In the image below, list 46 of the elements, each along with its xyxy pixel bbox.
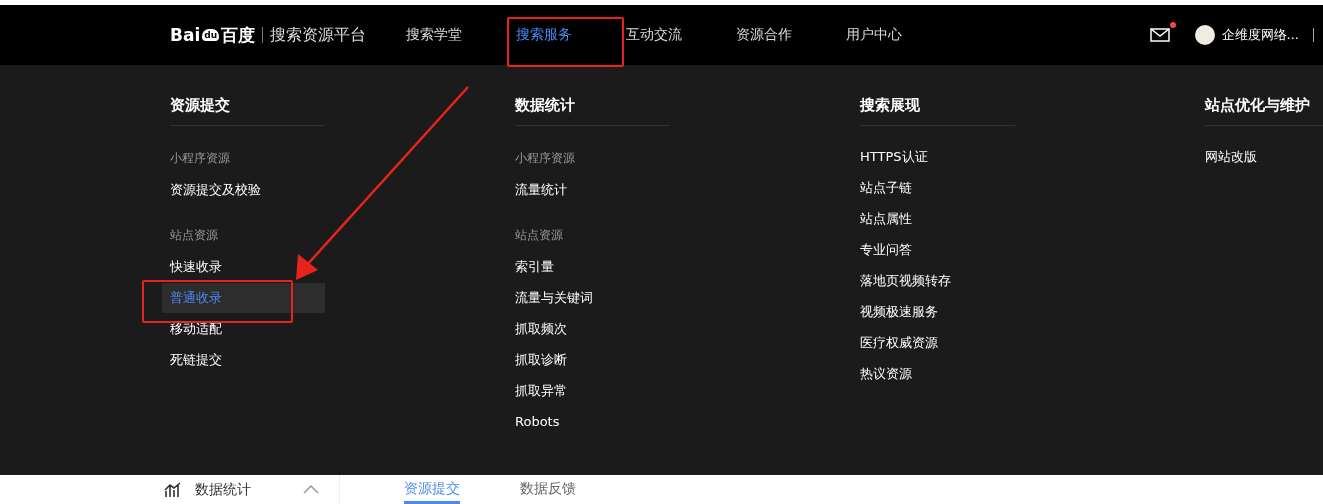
- menu-item[interactable]: 落地页视频转存: [852, 266, 1015, 296]
- nav-tab[interactable]: 资源合作: [722, 26, 833, 44]
- content-tab[interactable]: 数据反馈: [520, 475, 576, 504]
- menu-item[interactable]: 视频极速服务: [852, 297, 1015, 327]
- nav-tab[interactable]: 搜索服务: [502, 26, 613, 44]
- nav-tab[interactable]: 用户中心: [832, 26, 943, 44]
- menu-item[interactable]: 死链提交: [162, 345, 325, 375]
- mail-icon[interactable]: [1149, 28, 1170, 42]
- content-tab[interactable]: 资源提交: [404, 475, 460, 504]
- menu-item[interactable]: 快速收录: [162, 252, 325, 282]
- menu-item[interactable]: 流量与关键词: [507, 283, 670, 313]
- menu-column-title: 数据统计: [515, 93, 670, 126]
- logo-text: 百度: [221, 23, 256, 47]
- menu-item[interactable]: 医疗权威资源: [852, 328, 1015, 358]
- menu-group-heading: 站点资源: [170, 227, 219, 244]
- logo-text: Bai: [170, 25, 201, 45]
- menu-item[interactable]: 网站改版: [1197, 142, 1323, 172]
- sidebar-item[interactable]: 数据统计: [140, 475, 340, 504]
- menu-item[interactable]: 流量统计: [507, 175, 670, 205]
- menu-item[interactable]: 站点属性: [852, 204, 1015, 234]
- menu-item[interactable]: 索引量: [507, 252, 670, 282]
- menu-item[interactable]: 普通收录: [162, 283, 325, 313]
- menu-item[interactable]: 抓取频次: [507, 314, 670, 344]
- chart-icon: [164, 481, 182, 498]
- menu-item[interactable]: 抓取异常: [507, 376, 670, 406]
- menu-item[interactable]: 抓取诊断: [507, 345, 670, 375]
- menu-group-heading: 小程序资源: [515, 150, 576, 167]
- menu-item[interactable]: HTTPS认证: [852, 142, 1015, 172]
- platform-name: 搜索资源平台: [270, 24, 367, 46]
- nav-tab[interactable]: 互动交流: [612, 26, 723, 44]
- menu-column-title: 资源提交: [170, 93, 325, 126]
- menu-column-title: 搜索展现: [860, 93, 1015, 126]
- menu-item[interactable]: 资源提交及校验: [162, 175, 325, 205]
- nav-tab[interactable]: 搜索学堂: [392, 26, 503, 44]
- menu-item[interactable]: Robots: [507, 407, 670, 437]
- menu-item[interactable]: 移动适配: [162, 314, 325, 344]
- user-name[interactable]: 企维度网络...: [1221, 26, 1299, 44]
- avatar-icon[interactable]: [1194, 25, 1215, 45]
- menu-column-title: 站点优化与维护: [1205, 93, 1323, 126]
- sidebar-label: 数据统计: [195, 480, 251, 499]
- menu-item[interactable]: 热议资源: [852, 359, 1015, 389]
- menu-item[interactable]: 专业问答: [852, 235, 1015, 265]
- logo-paw: du: [202, 29, 220, 41]
- menu-group-heading: 站点资源: [515, 227, 564, 244]
- menu-group-heading: 小程序资源: [170, 150, 231, 167]
- menu-item[interactable]: 站点子链: [852, 173, 1015, 203]
